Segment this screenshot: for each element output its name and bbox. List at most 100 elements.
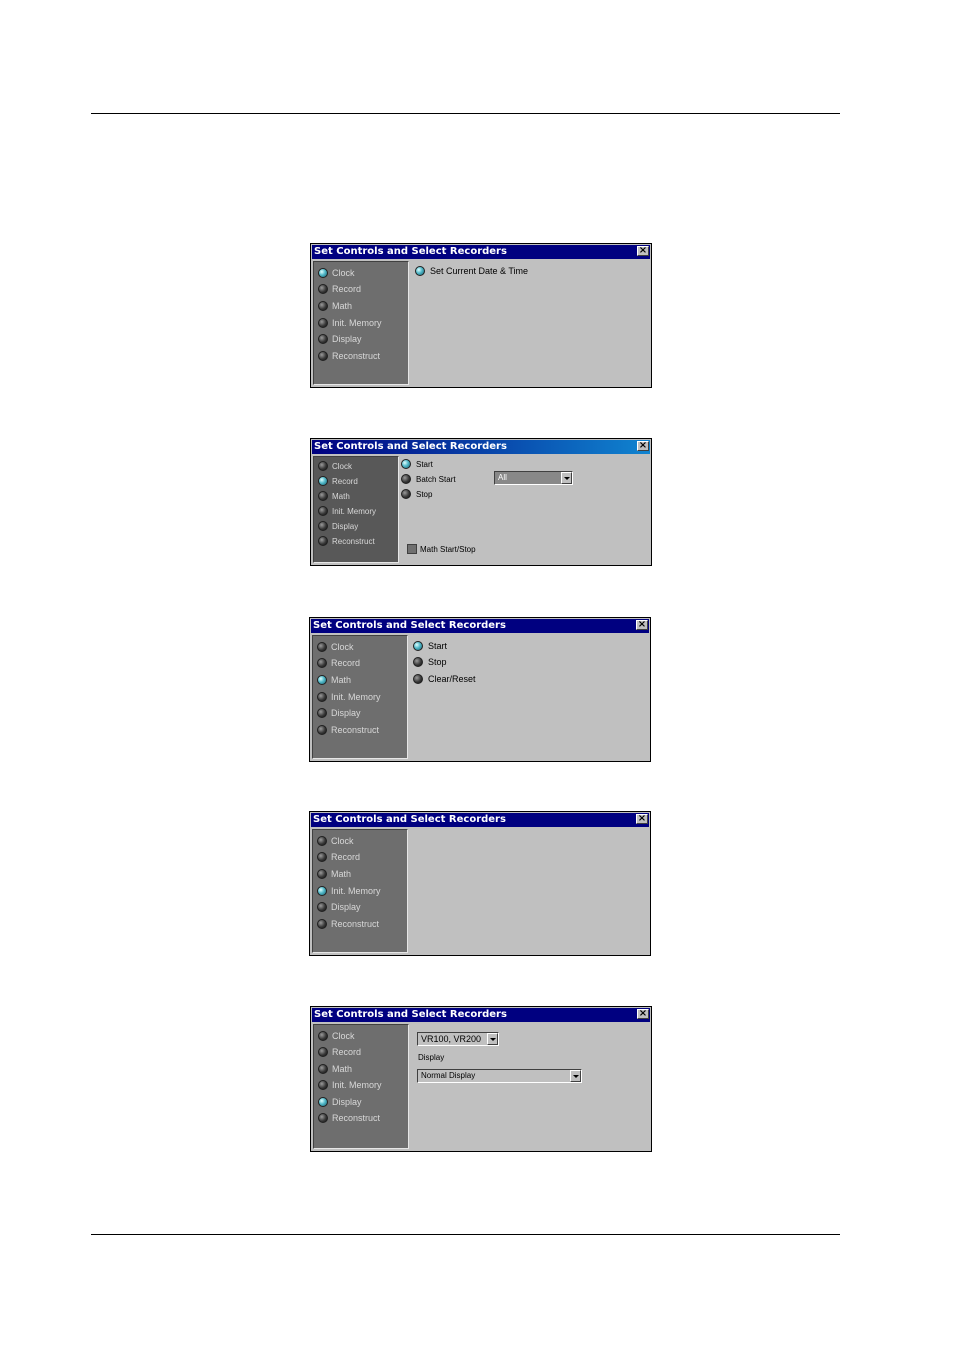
sidebar-item-math[interactable]: Math xyxy=(318,489,350,503)
sidebar: Clock Record Math Init. Memory Display R… xyxy=(313,1024,409,1149)
dialog-title: Set Controls and Select Recorders xyxy=(313,814,506,825)
sidebar-item-clock[interactable]: Clock xyxy=(318,1029,355,1043)
radio-icon xyxy=(318,521,328,531)
sidebar-item-clock[interactable]: Clock xyxy=(318,266,355,280)
stop-button[interactable]: Stop xyxy=(413,655,447,669)
radio-icon xyxy=(318,1113,328,1123)
sidebar-item-clock[interactable]: Clock xyxy=(317,640,354,654)
stop-button[interactable]: Stop xyxy=(401,487,432,501)
sidebar: Clock Record Math Init. Memory Display R… xyxy=(313,261,409,385)
sidebar-item-init-memory[interactable]: Init. Memory xyxy=(318,504,376,518)
chevron-down-icon[interactable] xyxy=(487,1033,498,1045)
radio-icon xyxy=(318,461,328,471)
sidebar-item-math[interactable]: Math xyxy=(318,1062,352,1076)
sidebar-item-display[interactable]: Display xyxy=(318,332,362,346)
close-icon[interactable]: × xyxy=(637,1009,649,1019)
content-panel xyxy=(410,829,648,953)
title-bar[interactable]: Set Controls and Select Recorders × xyxy=(311,813,649,827)
display-mode-select-value: Normal Display xyxy=(421,1071,476,1080)
sidebar-item-record[interactable]: Record xyxy=(318,282,361,296)
sidebar-item-display[interactable]: Display xyxy=(317,706,361,720)
sidebar-item-reconstruct[interactable]: Reconstruct xyxy=(318,534,375,548)
content-panel: Start Stop Clear/Reset xyxy=(410,635,648,759)
sidebar-item-init-memory[interactable]: Init. Memory xyxy=(317,884,381,898)
sidebar-item-reconstruct[interactable]: Reconstruct xyxy=(317,723,379,737)
chevron-down-icon[interactable] xyxy=(561,472,572,484)
radio-icon xyxy=(317,836,327,846)
radio-icon xyxy=(317,852,327,862)
sidebar-item-math[interactable]: Math xyxy=(317,673,351,687)
chevron-down-icon[interactable] xyxy=(570,1070,581,1082)
close-icon[interactable]: × xyxy=(637,441,649,451)
close-icon[interactable]: × xyxy=(636,620,648,630)
dialog-math: Set Controls and Select Recorders × Cloc… xyxy=(309,617,651,762)
sidebar-item-record[interactable]: Record xyxy=(318,1045,361,1059)
radio-icon xyxy=(318,1047,328,1057)
radio-icon xyxy=(317,902,327,912)
display-mode-select[interactable]: Normal Display xyxy=(417,1069,582,1083)
radio-selected-icon xyxy=(318,476,328,486)
radio-icon xyxy=(318,301,328,311)
batch-select-value: All xyxy=(498,473,507,482)
title-bar[interactable]: Set Controls and Select Recorders × xyxy=(312,1008,650,1022)
sidebar-item-reconstruct[interactable]: Reconstruct xyxy=(318,349,380,363)
checkbox-icon[interactable] xyxy=(407,544,417,554)
top-rule xyxy=(91,113,840,114)
math-start-stop-checkbox[interactable]: Math Start/Stop xyxy=(407,544,476,554)
dialog-title: Set Controls and Select Recorders xyxy=(314,441,507,452)
sidebar-item-reconstruct[interactable]: Reconstruct xyxy=(317,917,379,931)
radio-icon xyxy=(318,334,328,344)
radio-icon xyxy=(317,869,327,879)
sidebar-item-reconstruct[interactable]: Reconstruct xyxy=(318,1111,380,1125)
title-bar[interactable]: Set Controls and Select Recorders × xyxy=(312,245,650,259)
radio-icon xyxy=(317,919,327,929)
radio-icon xyxy=(317,708,327,718)
radio-selected-icon xyxy=(317,886,327,896)
close-icon[interactable]: × xyxy=(636,814,648,824)
sidebar-item-init-memory[interactable]: Init. Memory xyxy=(318,1078,382,1092)
clear-reset-button[interactable]: Clear/Reset xyxy=(413,672,476,686)
sidebar-item-record[interactable]: Record xyxy=(317,656,360,670)
sidebar-item-record[interactable]: Record xyxy=(317,850,360,864)
start-button[interactable]: Start xyxy=(401,457,433,471)
radio-selected-icon xyxy=(318,268,328,278)
dialog-clock: Set Controls and Select Recorders × Cloc… xyxy=(310,243,652,388)
set-date-time-button[interactable]: Set Current Date & Time xyxy=(415,264,528,278)
start-button[interactable]: Start xyxy=(413,639,447,653)
sidebar-item-record[interactable]: Record xyxy=(318,474,358,488)
bottom-rule xyxy=(91,1234,840,1235)
close-icon[interactable]: × xyxy=(637,246,649,256)
radio-selected-icon xyxy=(401,459,411,469)
radio-selected-icon xyxy=(318,1097,328,1107)
sidebar: Clock Record Math Init. Memory Display R… xyxy=(312,635,408,759)
sidebar: Clock Record Math Init. Memory Display R… xyxy=(312,829,408,953)
radio-icon xyxy=(413,674,423,684)
sidebar-item-init-memory[interactable]: Init. Memory xyxy=(317,690,381,704)
sidebar-item-display[interactable]: Display xyxy=(317,900,361,914)
radio-icon xyxy=(318,1064,328,1074)
sidebar-item-math[interactable]: Math xyxy=(318,299,352,313)
radio-selected-icon xyxy=(415,266,425,276)
title-bar[interactable]: Set Controls and Select Recorders × xyxy=(312,440,650,454)
sidebar-item-display[interactable]: Display xyxy=(318,1095,362,1109)
radio-icon xyxy=(317,658,327,668)
dialog-record: Set Controls and Select Recorders × Cloc… xyxy=(310,438,652,566)
radio-icon xyxy=(317,725,327,735)
radio-icon xyxy=(413,657,423,667)
sidebar-item-display[interactable]: Display xyxy=(318,519,358,533)
batch-start-button[interactable]: Batch Start xyxy=(401,472,456,486)
sidebar-item-math[interactable]: Math xyxy=(317,867,351,881)
radio-icon xyxy=(318,351,328,361)
radio-selected-icon xyxy=(317,675,327,685)
radio-icon xyxy=(318,284,328,294)
title-bar[interactable]: Set Controls and Select Recorders × xyxy=(311,619,649,633)
sidebar-item-clock[interactable]: Clock xyxy=(318,459,352,473)
radio-icon xyxy=(317,642,327,652)
dialog-display: Set Controls and Select Recorders × Cloc… xyxy=(310,1006,652,1152)
radio-icon xyxy=(401,474,411,484)
sidebar: Clock Record Math Init. Memory Display R… xyxy=(313,456,399,563)
batch-select[interactable]: All xyxy=(494,471,573,485)
sidebar-item-clock[interactable]: Clock xyxy=(317,834,354,848)
recorder-select[interactable]: VR100, VR200 xyxy=(417,1032,499,1046)
sidebar-item-init-memory[interactable]: Init. Memory xyxy=(318,316,382,330)
